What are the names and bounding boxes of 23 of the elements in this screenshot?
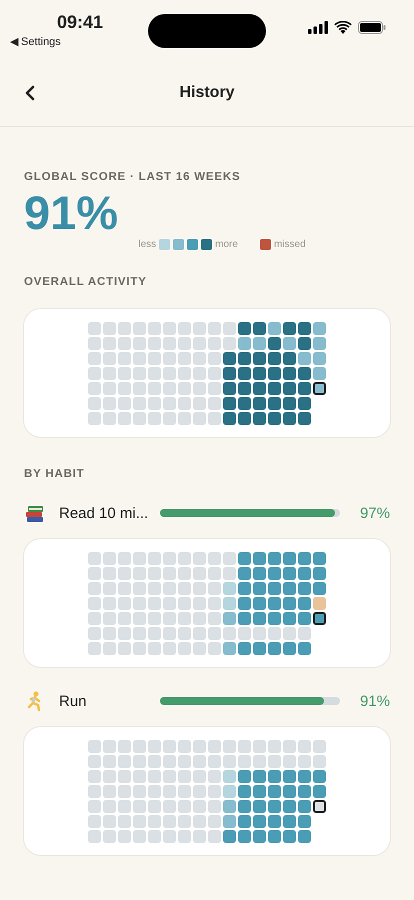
habit-name: Run: [59, 692, 88, 710]
legend-swatch: [260, 239, 271, 250]
legend-label: missed: [274, 239, 306, 250]
signal-icon: [308, 20, 328, 34]
habit-percent: 91%: [360, 692, 390, 710]
back-icon[interactable]: [24, 84, 36, 102]
legend-label: more: [215, 239, 238, 250]
section-label: OVERALL ACTIVITY: [24, 276, 148, 288]
legend-swatch: [187, 239, 198, 250]
status-time: 09:41: [57, 12, 104, 33]
habit-name: Read 10 mi...: [59, 504, 150, 522]
legend-swatch: [173, 239, 184, 250]
battery-icon: [358, 20, 386, 34]
habit-percent: 97%: [360, 504, 390, 522]
section-label: GLOBAL SCORE · LAST 16 WEEKS: [24, 171, 242, 183]
legend-swatch: [159, 239, 170, 250]
section-label: BY HABIT: [24, 468, 86, 480]
page-title: History: [179, 84, 235, 102]
legend-swatch: [201, 239, 212, 250]
legend-label: less: [138, 239, 156, 250]
global-score: 91%: [24, 187, 120, 239]
back-to-app-link[interactable]: ◀ Settings: [10, 35, 61, 48]
wifi-icon: [334, 20, 352, 34]
